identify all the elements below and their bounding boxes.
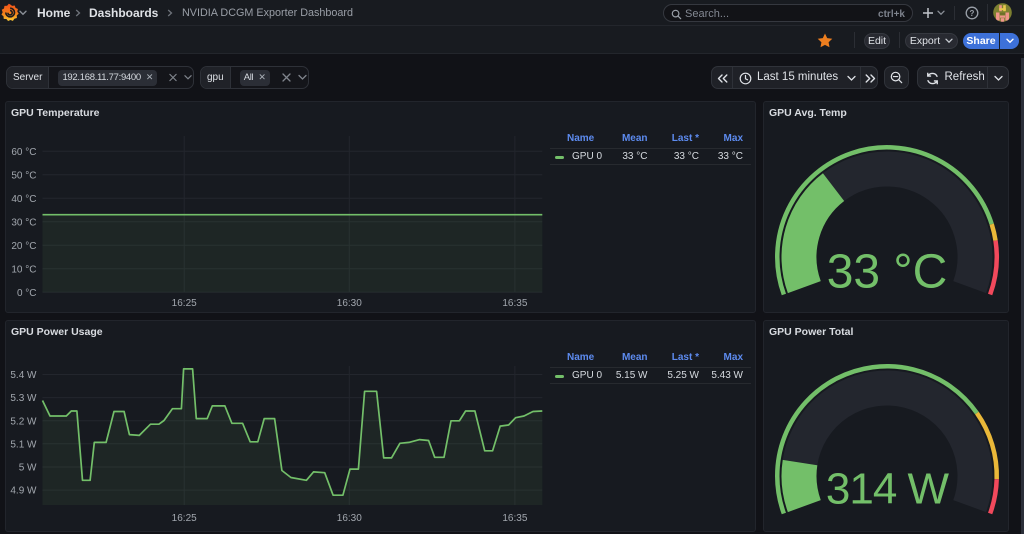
svg-text:50 °C: 50 °C bbox=[11, 170, 36, 181]
svg-text:16:25: 16:25 bbox=[172, 513, 197, 524]
svg-text:?: ? bbox=[970, 9, 975, 18]
svg-text:16:35: 16:35 bbox=[502, 298, 527, 309]
svg-text:5.3 W: 5.3 W bbox=[10, 393, 37, 404]
svg-text:314 W: 314 W bbox=[826, 465, 950, 514]
svg-text:16:30: 16:30 bbox=[337, 298, 362, 309]
svg-text:4.9 W: 4.9 W bbox=[10, 486, 37, 497]
svg-text:5.4 W: 5.4 W bbox=[10, 370, 37, 381]
svg-text:16:35: 16:35 bbox=[502, 513, 527, 524]
svg-text:40 °C: 40 °C bbox=[11, 194, 36, 205]
svg-text:5.1 W: 5.1 W bbox=[10, 439, 37, 450]
svg-text:30 °C: 30 °C bbox=[11, 217, 36, 228]
svg-text:16:25: 16:25 bbox=[172, 298, 197, 309]
svg-text:0 °C: 0 °C bbox=[17, 288, 37, 299]
svg-text:5 W: 5 W bbox=[19, 463, 37, 474]
svg-text:16:30: 16:30 bbox=[337, 513, 362, 524]
svg-text:10 °C: 10 °C bbox=[11, 264, 36, 275]
svg-text:33 °C: 33 °C bbox=[827, 246, 948, 299]
svg-text:60 °C: 60 °C bbox=[11, 147, 36, 158]
svg-text:20 °C: 20 °C bbox=[11, 241, 36, 252]
svg-text:5.2 W: 5.2 W bbox=[10, 416, 37, 427]
